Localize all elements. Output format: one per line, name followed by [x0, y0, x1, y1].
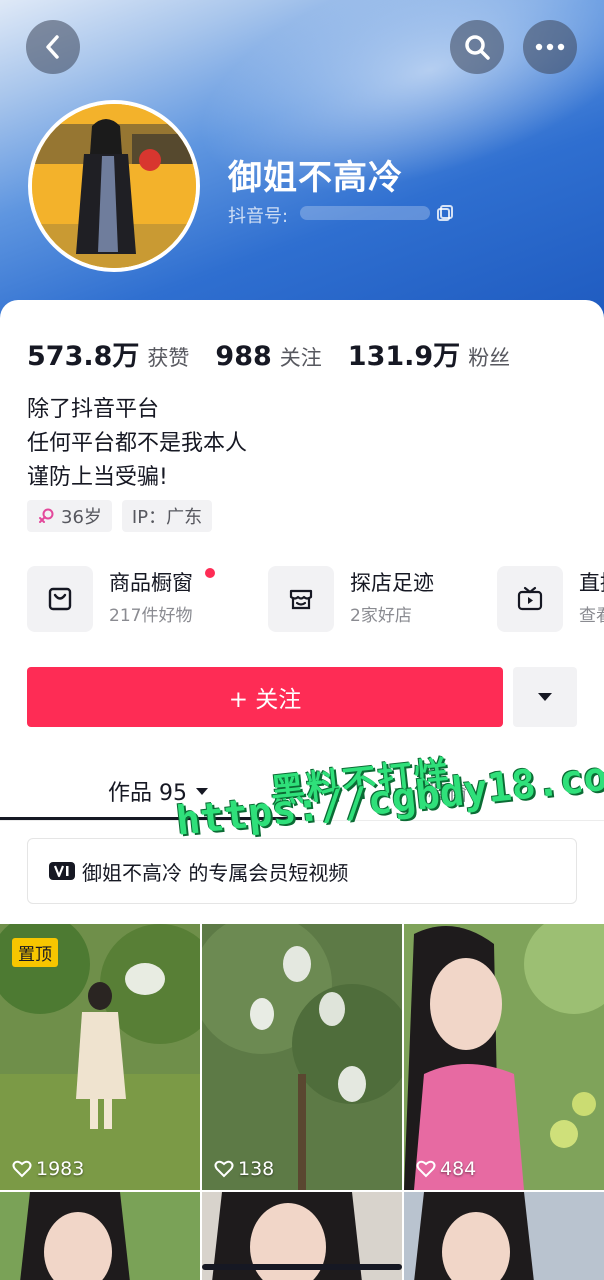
female-icon	[39, 508, 54, 523]
video-likes: 484	[416, 1158, 476, 1180]
ip-tag: IP：广东	[121, 500, 213, 532]
tags: 36岁 IP：广东	[27, 500, 213, 532]
shopping-bag-icon	[48, 587, 72, 611]
bio-line: 谨防上当受骗!	[27, 465, 168, 490]
search-icon	[465, 35, 490, 60]
home-indicator	[202, 1264, 402, 1270]
douyin-id-label: 抖音号:	[228, 206, 289, 227]
followers-count[interactable]: 131.9万	[348, 334, 460, 373]
video-likes-count: 138	[238, 1158, 275, 1180]
service-subtitle: 查看	[579, 606, 604, 626]
video-thumbnail[interactable]: 138	[202, 924, 402, 1190]
avatar-photo	[32, 104, 196, 268]
video-likes: 1983	[12, 1158, 84, 1180]
service-title: 商品橱窗	[109, 571, 193, 595]
age-tag: 36岁	[27, 500, 112, 532]
member-videos-text: 御姐不高冷 的专属会员短视频	[82, 860, 349, 885]
video-thumbnail[interactable]: 置顶 1983	[0, 924, 200, 1190]
pinned-badge: 置顶	[12, 938, 58, 967]
heart-icon	[214, 1160, 234, 1178]
service-icon-box	[27, 566, 93, 632]
ellipsis-icon	[535, 43, 565, 51]
video-thumbnail[interactable]: 484	[404, 924, 604, 1190]
bio-line: 除了抖音平台	[27, 397, 160, 422]
video-cover	[404, 1192, 604, 1280]
vip-video-icon	[49, 862, 75, 880]
video-thumbnail[interactable]	[0, 1192, 200, 1280]
services-row: 商品橱窗 217件好物 探店足迹 2家好店 直播 查看	[27, 566, 604, 636]
service-title: 探店足迹	[350, 571, 434, 595]
bio-line: 任何平台都不是我本人	[27, 431, 248, 456]
video-cover	[202, 924, 402, 1190]
following-count[interactable]: 988	[215, 341, 271, 372]
nickname: 御姐不高冷	[228, 158, 403, 198]
notification-dot	[205, 568, 215, 578]
age-text: 36岁	[61, 507, 102, 528]
service-subtitle: 217件好物	[109, 606, 193, 626]
service-icon-box	[497, 566, 563, 632]
more-options-button[interactable]	[523, 20, 577, 74]
search-button[interactable]	[450, 20, 504, 74]
service-text: 直播 查看	[579, 569, 604, 629]
likes-count: 573.8万	[27, 341, 140, 372]
stats-row: 573.8万 获赞 988 关注 131.9万 粉丝	[27, 334, 536, 373]
douyin-id-value-blurred	[300, 206, 430, 220]
video-likes: 138	[214, 1158, 274, 1180]
caret-down-icon	[196, 787, 208, 795]
follow-options-button[interactable]	[513, 667, 577, 727]
video-cover	[0, 1192, 200, 1280]
video-likes-count: 484	[440, 1158, 477, 1180]
service-showcase[interactable]: 商品橱窗 217件好物	[27, 566, 215, 632]
service-text: 探店足迹 2家好店	[350, 569, 434, 629]
service-subtitle: 2家好店	[350, 606, 412, 626]
shop-icon	[289, 589, 313, 610]
heart-icon	[416, 1160, 436, 1178]
service-title: 直播	[579, 571, 604, 595]
tv-icon	[517, 586, 543, 611]
bio: 除了抖音平台 任何平台都不是我本人 谨防上当受骗!	[27, 393, 247, 495]
following-label[interactable]: 关注	[280, 342, 322, 372]
video-likes-count: 1983	[36, 1158, 85, 1180]
service-live[interactable]: 直播 查看	[497, 566, 604, 632]
service-icon-box	[268, 566, 334, 632]
followers-label[interactable]: 粉丝	[468, 342, 510, 372]
video-cover	[404, 924, 604, 1190]
heart-icon	[12, 1160, 32, 1178]
copy-icon[interactable]	[436, 204, 454, 222]
follow-button[interactable]: + 关注	[27, 667, 503, 727]
back-button[interactable]	[26, 20, 80, 74]
avatar[interactable]	[28, 100, 200, 272]
likes-label: 获赞	[147, 346, 190, 370]
service-store-visits[interactable]: 探店足迹 2家好店	[268, 566, 434, 632]
ip-text: IP：广东	[131, 507, 203, 528]
member-videos-banner[interactable]: 御姐不高冷 的专属会员短视频	[27, 838, 577, 904]
caret-down-icon	[538, 693, 552, 701]
service-text: 商品橱窗 217件好物	[109, 569, 193, 629]
chevron-left-icon	[46, 35, 59, 59]
video-thumbnail[interactable]	[404, 1192, 604, 1280]
